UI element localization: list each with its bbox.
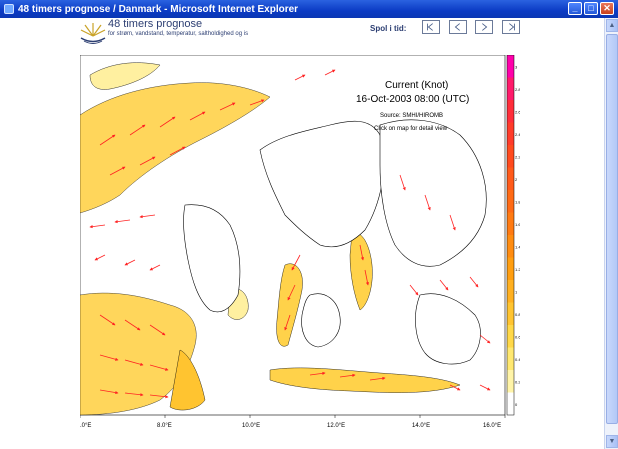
- colorbar-swatch: [507, 347, 514, 370]
- colorbar-swatch: [507, 100, 514, 123]
- next-frame-button[interactable]: [475, 20, 493, 34]
- previous-frame-button[interactable]: [449, 20, 467, 34]
- colorbar-tick-label: 0.8: [515, 312, 520, 317]
- window-title: 48 timers prognose / Danmark - Microsoft…: [18, 3, 299, 15]
- colorbar-swatch: [507, 55, 514, 78]
- colorbar-tick-label: 0: [515, 402, 518, 407]
- ie-app-icon: [4, 4, 14, 14]
- maximize-button[interactable]: □: [584, 2, 598, 15]
- colorbar-tick-label: 1.2: [515, 267, 520, 272]
- minimize-button[interactable]: _: [568, 2, 582, 15]
- colorbar-tick-label: 1.6: [515, 222, 520, 227]
- colorbar-swatch: [507, 325, 514, 348]
- map-hint: Click on map for detail view: [374, 126, 448, 132]
- last-frame-button[interactable]: [502, 20, 520, 34]
- colorbar-tick-label: 2.8: [515, 87, 520, 92]
- colorbar-swatch: [507, 302, 514, 325]
- colorbar-legend: 3 2.8 2.6 2.4 2.2 2 1.8 1.6 1.4 1.2 1 0.8 0.6 0.4 0.2 0: [506, 55, 520, 416]
- map-datetime: 16-Oct-2003 08:00 (UTC): [356, 94, 469, 105]
- colorbar-tick-label: 0.6: [515, 334, 520, 339]
- colorbar-tick-label: 2.4: [515, 132, 520, 137]
- colorbar-swatch: [507, 392, 514, 415]
- map-title: Current (Knot): [385, 80, 448, 91]
- colorbar-tick-label: 3: [515, 64, 518, 69]
- longitude-tick-label: .0°E: [80, 423, 91, 429]
- colorbar-swatch: [507, 77, 514, 100]
- colorbar-swatch: [507, 280, 514, 303]
- vertical-scrollbar[interactable]: ▲ ▼: [604, 18, 618, 449]
- window-controls: _ □ ✕: [568, 2, 614, 15]
- colorbar-tick-label: 1: [515, 289, 518, 294]
- current-map[interactable]: Current (Knot) 16-Oct-2003 08:00 (UTC) S…: [80, 55, 520, 440]
- scroll-down-arrow-icon[interactable]: ▼: [606, 435, 618, 448]
- scroll-thumb[interactable]: [606, 34, 618, 424]
- first-frame-button[interactable]: [422, 20, 440, 34]
- map-source: Source: SMHI/HIROMB: [380, 113, 443, 119]
- longitude-tick-label: 14.0°E: [412, 423, 430, 429]
- longitude-tick-label: 16.0°E: [483, 423, 501, 429]
- colorbar-tick-label: 2: [515, 177, 518, 182]
- colorbar-swatch: [507, 190, 514, 213]
- colorbar-tick-label: 1.8: [515, 199, 520, 204]
- colorbar-tick-label: 2.6: [515, 109, 520, 114]
- longitude-tick-label: 10.0°E: [242, 423, 260, 429]
- window-titlebar[interactable]: 48 timers prognose / Danmark - Microsoft…: [0, 0, 618, 18]
- colorbar-swatch: [507, 122, 514, 145]
- colorbar-swatch: [507, 167, 514, 190]
- colorbar-swatch: [507, 370, 514, 393]
- longitude-tick-label: 8.0°E: [157, 423, 172, 429]
- colorbar-tick-label: 0.2: [515, 379, 520, 384]
- colorbar-swatch: [507, 212, 514, 235]
- colorbar-tick-label: 1.4: [515, 244, 520, 249]
- colorbar-swatch: [507, 145, 514, 168]
- colorbar-swatch: [507, 235, 514, 258]
- longitude-tick-label: 12.0°E: [327, 423, 345, 429]
- brand-title: 48 timers prognose: [108, 18, 203, 30]
- colorbar-tick-label: 0.4: [515, 357, 520, 362]
- colorbar-swatch: [507, 257, 514, 280]
- longitude-ticks: .0°E 8.0°E 10.0°E 12.0°E 14.0°E 16.0°E: [80, 415, 506, 429]
- sun-logo-icon: [80, 23, 106, 44]
- colorbar-tick-label: 2.2: [515, 154, 520, 159]
- scroll-up-arrow-icon[interactable]: ▲: [606, 19, 618, 32]
- brand-subtitle: for strøm, vandstand, temperatur, saltho…: [108, 31, 249, 37]
- playback-label: Spol i tid:: [370, 24, 407, 33]
- close-button[interactable]: ✕: [600, 2, 614, 15]
